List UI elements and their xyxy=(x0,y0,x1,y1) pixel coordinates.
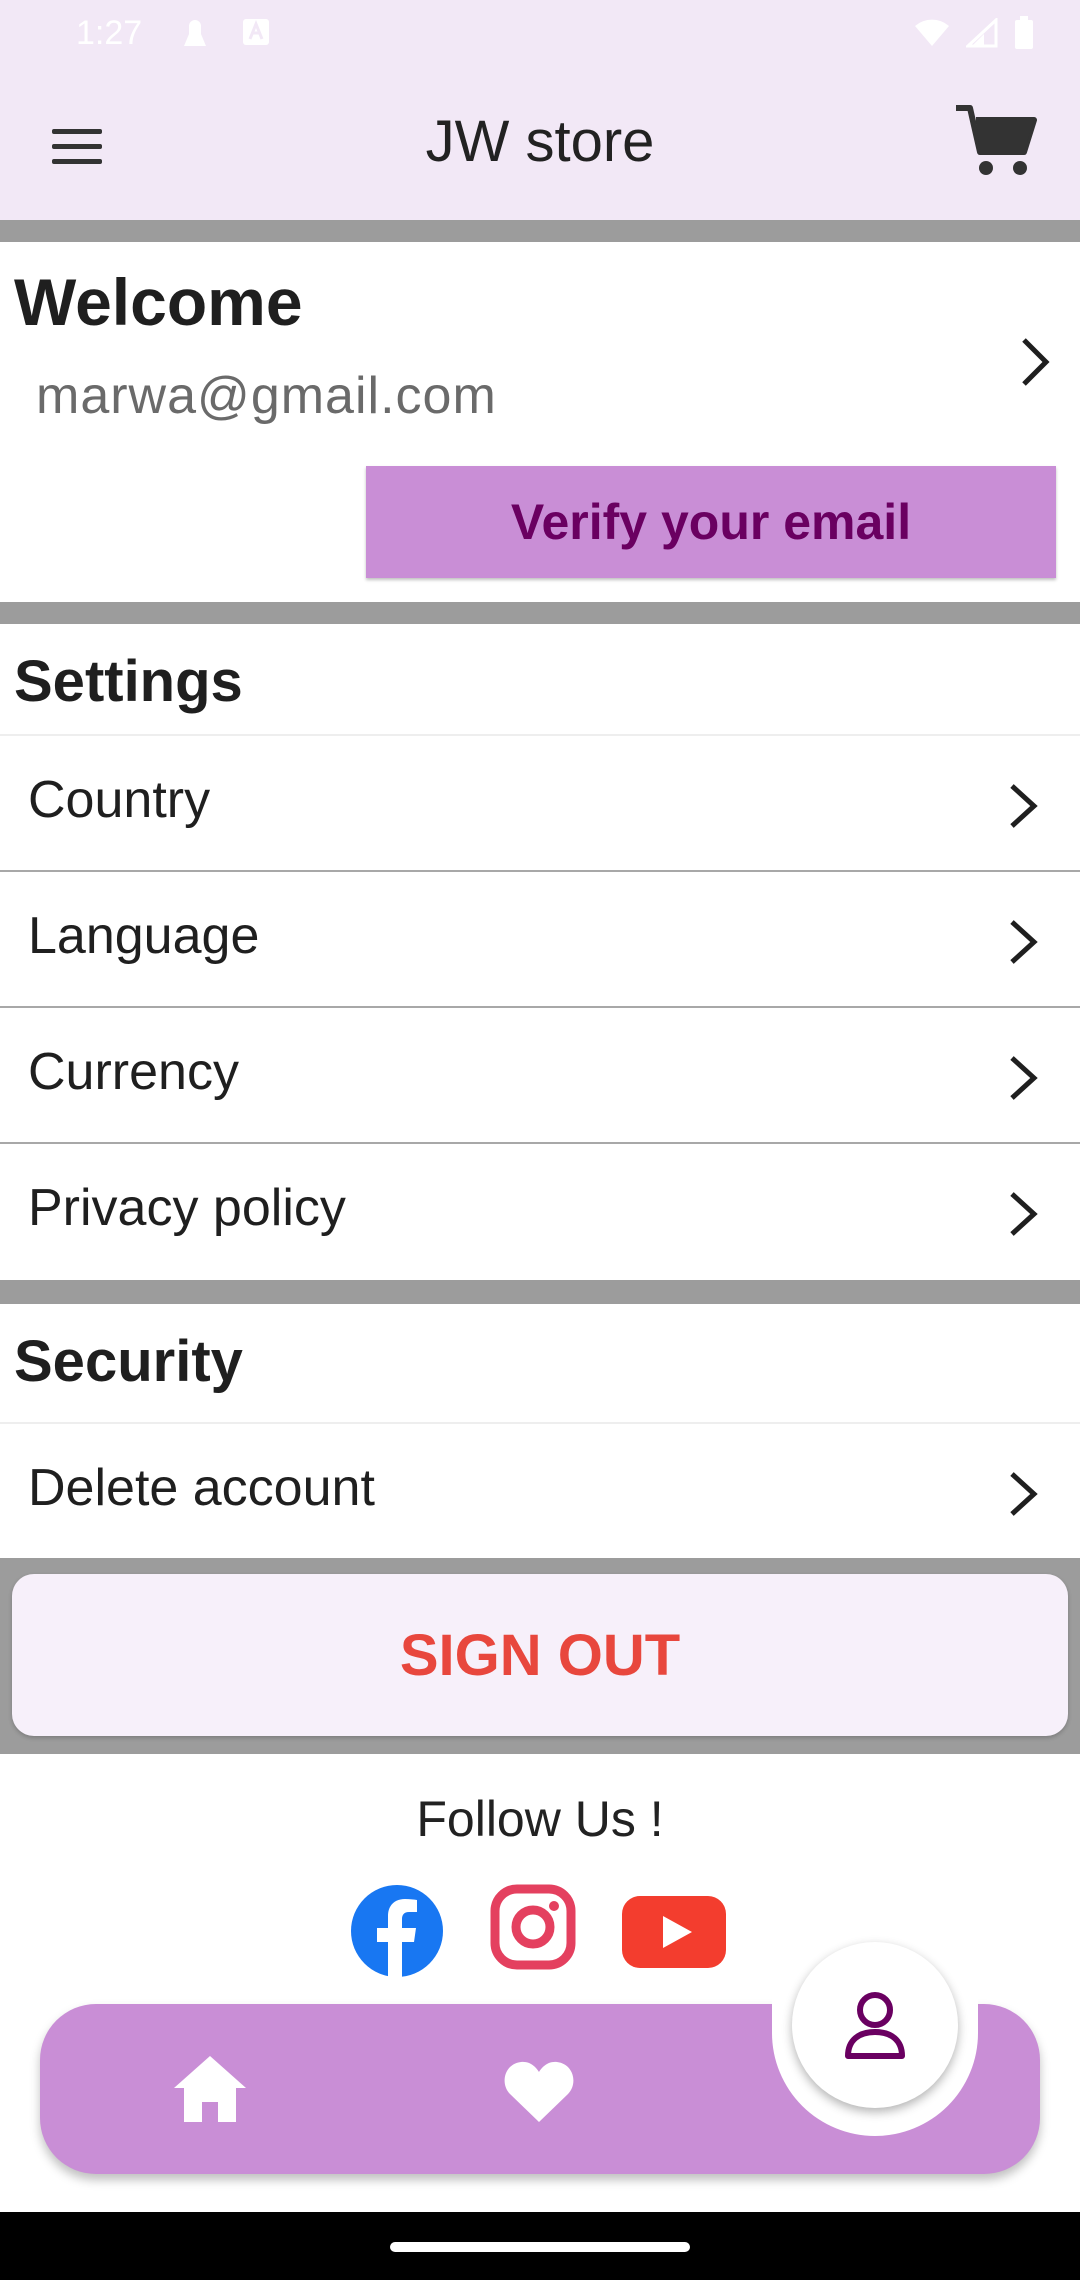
settings-item-language[interactable]: Language xyxy=(0,872,1080,1008)
wifi-icon xyxy=(915,19,949,46)
heart-icon[interactable] xyxy=(502,2058,576,2124)
app-notification-icon xyxy=(243,19,269,45)
section-divider xyxy=(0,1280,1080,1304)
settings-item-label: Currency xyxy=(28,1043,239,1101)
sign-out-button[interactable]: SIGN OUT xyxy=(12,1574,1068,1736)
signal-icon xyxy=(966,18,998,48)
chevron-right-icon xyxy=(1022,338,1050,386)
facebook-icon[interactable] xyxy=(350,1884,444,1978)
chevron-right-icon xyxy=(1010,1472,1038,1516)
settings-item-label: Country xyxy=(28,771,211,829)
settings-item-label: Language xyxy=(28,907,260,965)
security-heading: Security xyxy=(14,1329,243,1394)
status-bar: 1:27 xyxy=(0,0,1080,72)
person-icon xyxy=(845,1992,905,2059)
section-divider xyxy=(0,602,1080,624)
welcome-title: Welcome xyxy=(14,265,303,339)
settings-item-country[interactable]: Country xyxy=(0,736,1080,872)
notification-icon xyxy=(184,20,206,46)
home-gesture-handle[interactable] xyxy=(390,2242,690,2252)
verify-email-button[interactable]: Verify your email xyxy=(366,466,1056,578)
section-divider xyxy=(0,220,1080,242)
settings-item-label: Privacy policy xyxy=(28,1179,346,1237)
system-navigation-bar xyxy=(0,2212,1080,2280)
home-icon[interactable] xyxy=(170,2052,250,2126)
settings-item-privacy-policy[interactable]: Privacy policy xyxy=(0,1144,1080,1280)
app-bar: JW store xyxy=(0,72,1080,220)
chevron-right-icon xyxy=(1010,1056,1038,1100)
sign-out-section: SIGN OUT xyxy=(0,1558,1080,1754)
welcome-card[interactable]: Welcome marwa@gmail.com Verify your emai… xyxy=(0,242,1080,602)
follow-heading: Follow Us ! xyxy=(416,1791,664,1847)
profile-button[interactable] xyxy=(792,1942,958,2108)
status-time: 1:27 xyxy=(76,14,143,52)
settings-heading: Settings xyxy=(14,649,243,714)
security-item-delete-account[interactable]: Delete account xyxy=(0,1424,1080,1560)
user-email: marwa@gmail.com xyxy=(36,367,497,425)
settings-item-currency[interactable]: Currency xyxy=(0,1008,1080,1144)
security-item-label: Delete account xyxy=(28,1459,375,1517)
app-title: JW store xyxy=(425,109,655,174)
cart-icon[interactable] xyxy=(954,102,1040,182)
youtube-icon[interactable] xyxy=(622,1896,726,1968)
chevron-right-icon xyxy=(1010,784,1038,828)
instagram-icon[interactable] xyxy=(490,1884,576,1970)
chevron-right-icon xyxy=(1010,1192,1038,1236)
chevron-right-icon xyxy=(1010,920,1038,964)
battery-icon xyxy=(1015,16,1033,49)
